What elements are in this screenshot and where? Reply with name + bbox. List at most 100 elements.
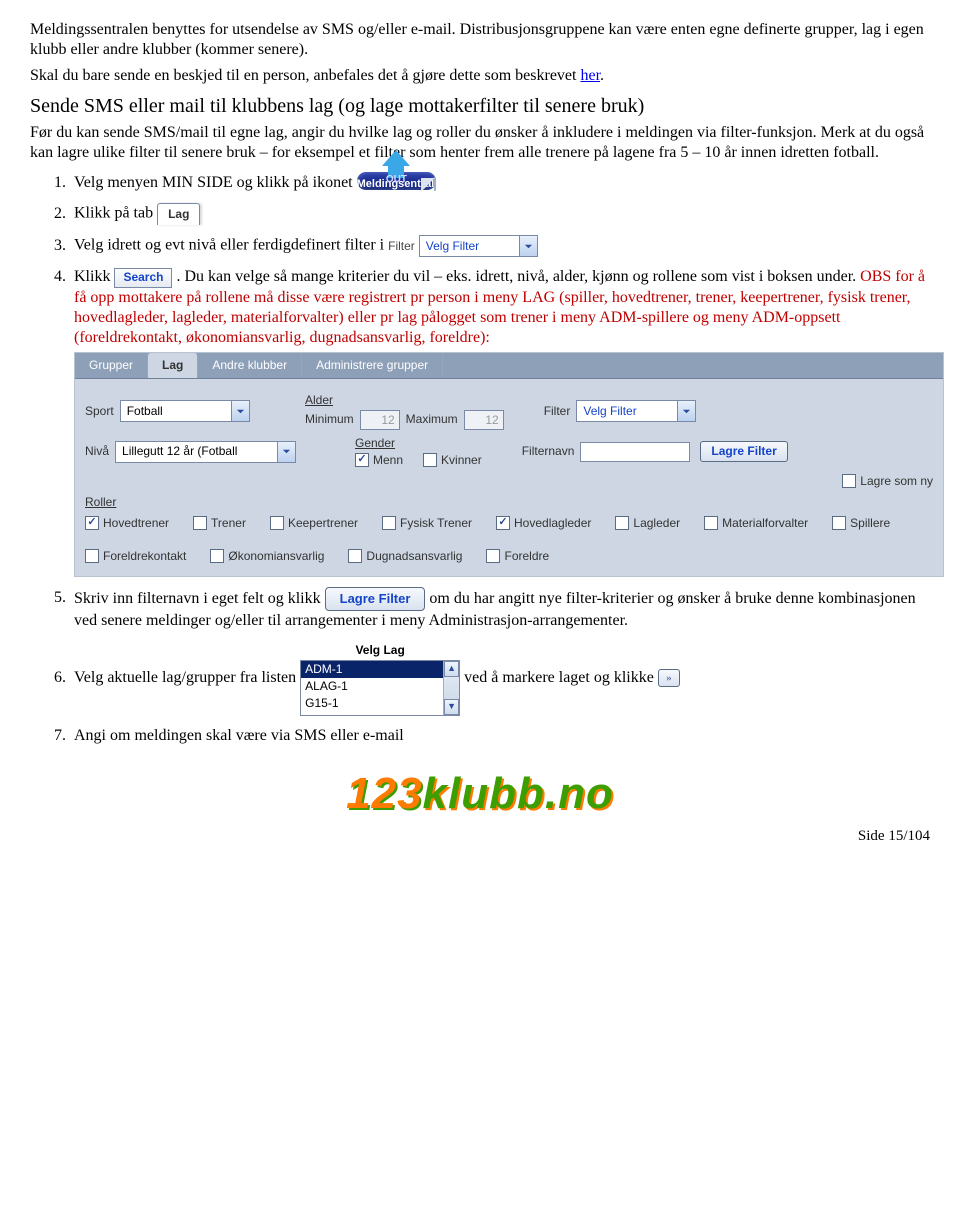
- lagre-filter-button-inline[interactable]: Lagre Filter: [325, 587, 426, 611]
- step-5: Skriv inn filternavn i eget felt og klik…: [70, 587, 930, 631]
- meldingsentral-tile[interactable]: Meldingsentral OUT: [357, 172, 437, 190]
- sport-select[interactable]: Fotball: [120, 400, 250, 422]
- step-6-b: ved å markere laget og klikke: [464, 669, 658, 686]
- gender-menn-checkbox[interactable]: Menn: [355, 453, 403, 468]
- lag-tab[interactable]: Lag: [157, 203, 200, 225]
- sport-label: Sport: [85, 404, 114, 419]
- list-item[interactable]: ADM-1: [301, 661, 459, 678]
- tab-grupper[interactable]: Grupper: [75, 353, 148, 378]
- velg-lag-title: Velg Lag: [300, 641, 460, 660]
- step-6-a: Velg aktuelle lag/grupper fra listen: [74, 669, 300, 686]
- lagre-filter-button[interactable]: Lagre Filter: [700, 441, 787, 462]
- step-4-a: Klikk: [74, 268, 114, 285]
- scrollbar[interactable]: ▲ ▼: [443, 661, 459, 715]
- filternavn-label: Filternavn: [522, 444, 575, 459]
- step-1-text: Velg menyen MIN SIDE og klikk på ikonet: [74, 174, 357, 191]
- checkbox-icon: [382, 516, 396, 530]
- role-checkbox-hovedlagleder[interactable]: Hovedlagleder: [496, 516, 591, 531]
- checkbox-icon: [348, 549, 362, 563]
- tab-admin-grupper[interactable]: Administrere grupper: [302, 353, 443, 378]
- role-label: Økonomiansvarlig: [228, 549, 324, 564]
- lagre-som-ny-label: Lagre som ny: [860, 474, 933, 489]
- filter-select[interactable]: Velg Filter: [419, 235, 538, 257]
- chevron-down-icon: [677, 401, 695, 421]
- checkbox-icon: [193, 516, 207, 530]
- role-label: Lagleder: [633, 516, 680, 531]
- page-number: Side 15/104: [30, 827, 930, 846]
- role-label: Keepertrener: [288, 516, 358, 531]
- role-checkbox-lagleder[interactable]: Lagleder: [615, 516, 680, 531]
- role-label: Materialforvalter: [722, 516, 808, 531]
- gender-kvinner-checkbox[interactable]: Kvinner: [423, 453, 482, 468]
- role-checkbox-hovedtrener[interactable]: Hovedtrener: [85, 516, 169, 531]
- step-5-a: Skriv inn filternavn i eget felt og klik…: [74, 589, 325, 606]
- checkbox-icon: [842, 474, 856, 488]
- panel-filter-label: Filter: [544, 404, 571, 419]
- checkbox-icon: [832, 516, 846, 530]
- role-label: Hovedtrener: [103, 516, 169, 531]
- step-2: Klikk på tab Lag: [70, 203, 930, 225]
- role-label: Foreldrekontakt: [103, 549, 186, 564]
- role-checkbox-keepertrener[interactable]: Keepertrener: [270, 516, 358, 531]
- site-logo: 123klubb.no: [346, 766, 614, 821]
- sport-value: Fotball: [121, 404, 231, 419]
- role-checkbox-foreldrekontakt[interactable]: Foreldrekontakt: [85, 549, 186, 564]
- niva-select[interactable]: Lillegutt 12 år (Fotball: [115, 441, 296, 463]
- checkbox-icon: [704, 516, 718, 530]
- panel-filter-value: Velg Filter: [577, 404, 676, 419]
- list-item[interactable]: ALAG-1: [301, 678, 459, 695]
- niva-label: Nivå: [85, 444, 109, 459]
- chevron-double-right-icon: »: [666, 672, 672, 686]
- scroll-down-icon[interactable]: ▼: [444, 699, 459, 715]
- checkbox-checked-icon: [496, 516, 510, 530]
- section-heading: Sende SMS eller mail til klubbens lag (o…: [30, 94, 930, 119]
- gender-kvinner-label: Kvinner: [441, 453, 482, 468]
- role-checkbox-økonomiansvarlig[interactable]: Økonomiansvarlig: [210, 549, 324, 564]
- tab-lag[interactable]: Lag: [148, 353, 198, 378]
- role-checkbox-trener[interactable]: Trener: [193, 516, 246, 531]
- checkbox-checked-icon: [85, 516, 99, 530]
- lagre-som-ny-checkbox[interactable]: Lagre som ny: [842, 474, 933, 489]
- chevron-down-icon: [277, 442, 295, 462]
- role-checkbox-foreldre[interactable]: Foreldre: [486, 549, 549, 564]
- max-label: Maximum: [406, 412, 458, 427]
- gender-section-label: Gender: [355, 436, 395, 451]
- role-checkbox-spillere[interactable]: Spillere: [832, 516, 890, 531]
- checkbox-icon: [423, 453, 437, 467]
- step-3-text: Velg idrett og evt nivå eller ferdigdefi…: [74, 237, 388, 254]
- search-button[interactable]: Search: [114, 268, 172, 288]
- checkbox-icon: [270, 516, 284, 530]
- filternavn-input[interactable]: [580, 442, 690, 462]
- role-label: Trener: [211, 516, 246, 531]
- tile-out-label: OUT: [357, 174, 437, 187]
- checkbox-icon: [486, 549, 500, 563]
- list-item[interactable]: G15-1: [301, 695, 459, 712]
- move-right-button[interactable]: »: [658, 669, 680, 687]
- panel-tabs: Grupper Lag Andre klubber Administrere g…: [75, 353, 943, 379]
- page-footer: 123klubb.no Side 15/104: [30, 766, 930, 846]
- min-input[interactable]: [360, 410, 400, 430]
- filter-label: Filter: [388, 239, 415, 254]
- intro-here-link[interactable]: her: [580, 67, 600, 84]
- alder-section-label: Alder: [305, 393, 333, 408]
- checkbox-checked-icon: [355, 453, 369, 467]
- lead-paragraph: Før du kan sende SMS/mail til egne lag, …: [30, 123, 930, 163]
- role-label: Foreldre: [504, 549, 549, 564]
- scroll-up-icon[interactable]: ▲: [444, 661, 459, 677]
- step-4-b: . Du kan velge så mange kriterier du vil…: [176, 268, 860, 285]
- role-label: Spillere: [850, 516, 890, 531]
- max-input[interactable]: [464, 410, 504, 430]
- filter-panel: Grupper Lag Andre klubber Administrere g…: [74, 352, 944, 577]
- tab-andre-klubber[interactable]: Andre klubber: [198, 353, 302, 378]
- velg-lag-listbox[interactable]: Velg Lag ADM-1ALAG-1G15-1 ▲ ▼: [300, 641, 460, 716]
- logo-part-1: 123: [346, 769, 422, 818]
- intro-p2-a: Skal du bare sende en beskjed til en per…: [30, 67, 580, 84]
- filter-select-value: Velg Filter: [420, 239, 519, 254]
- role-label: Fysisk Trener: [400, 516, 472, 531]
- role-checkbox-materialforvalter[interactable]: Materialforvalter: [704, 516, 808, 531]
- panel-filter-select[interactable]: Velg Filter: [576, 400, 695, 422]
- intro-p2-b: .: [600, 67, 604, 84]
- role-checkbox-fysisk-trener[interactable]: Fysisk Trener: [382, 516, 472, 531]
- step-2-text: Klikk på tab: [74, 205, 157, 222]
- role-checkbox-dugnadsansvarlig[interactable]: Dugnadsansvarlig: [348, 549, 462, 564]
